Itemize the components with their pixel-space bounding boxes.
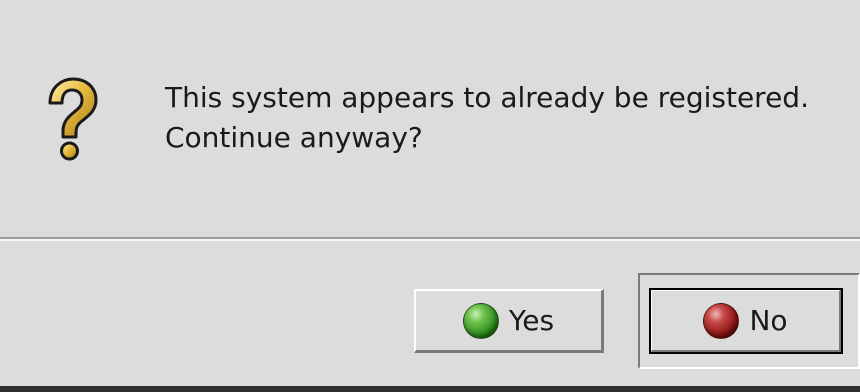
red-orb-icon bbox=[703, 302, 740, 339]
message-line-1: This system appears to already be regist… bbox=[165, 81, 809, 114]
message-line-2: Continue anyway? bbox=[165, 121, 423, 154]
green-orb-icon bbox=[462, 302, 499, 339]
window-bottom-edge bbox=[0, 386, 860, 392]
no-button-label: No bbox=[749, 304, 788, 337]
no-button[interactable]: No bbox=[649, 288, 843, 354]
question-dialog: This system appears to already be regist… bbox=[0, 0, 860, 392]
dialog-message: This system appears to already be regist… bbox=[165, 78, 845, 158]
separator bbox=[0, 237, 860, 241]
yes-button-label: Yes bbox=[508, 304, 555, 337]
question-icon bbox=[48, 77, 98, 161]
yes-button[interactable]: Yes bbox=[414, 289, 604, 353]
